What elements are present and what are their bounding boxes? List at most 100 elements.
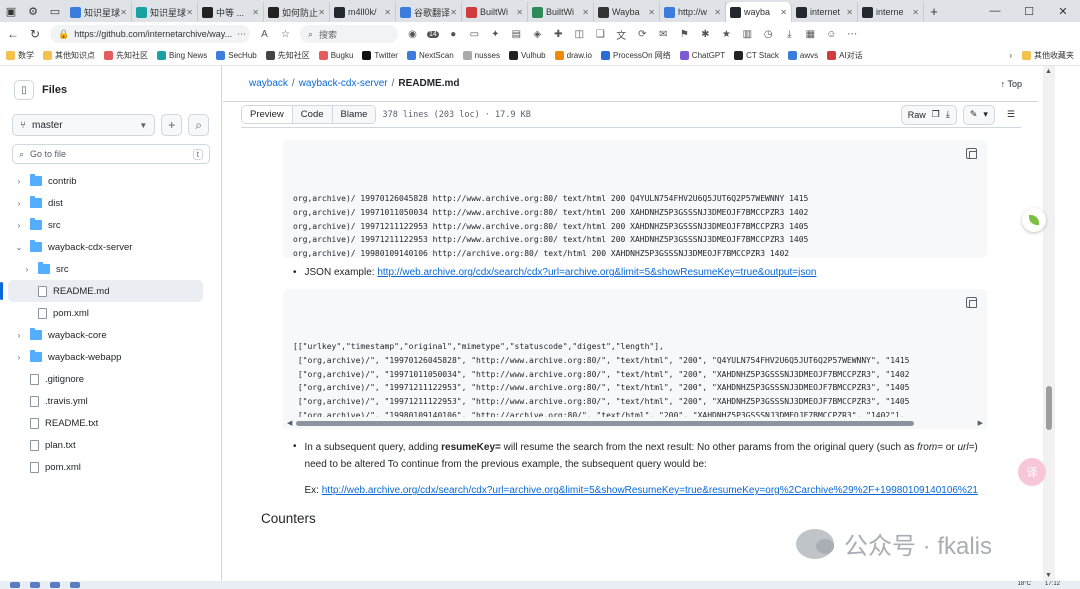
top-button[interactable]: ↑ Top (1001, 79, 1022, 89)
bookmark-item[interactable]: ChatGPT (679, 50, 725, 61)
zh-icon[interactable]: 文 (615, 27, 628, 42)
url-field[interactable]: 🔒 https://github.com/internetarchive/way… (50, 25, 250, 43)
bookmark-item[interactable]: 其他知识点 (43, 50, 95, 61)
chevron-icon[interactable]: › (14, 177, 24, 186)
chevron-icon[interactable]: › (22, 265, 32, 274)
bookmark-item[interactable]: Twitter (362, 50, 398, 61)
tree-file-item[interactable]: README.md (0, 280, 203, 302)
close-tab-icon[interactable]: ✕ (912, 8, 919, 17)
close-tab-icon[interactable]: ✕ (186, 8, 193, 17)
tab-blame[interactable]: Blame (332, 106, 376, 123)
download-icon[interactable]: ⤓ (783, 29, 796, 40)
browser-tab[interactable]: http://w ✕ (660, 2, 726, 22)
outline-button[interactable]: ☰ (1001, 105, 1021, 125)
browser-tab[interactable]: m4ll0k/ ✕ (330, 2, 396, 22)
close-tab-icon[interactable]: ✕ (516, 8, 523, 17)
collections-icon[interactable]: ❑ (594, 29, 607, 40)
tree-folder-item[interactable]: › wayback-core (0, 324, 221, 346)
search-field[interactable]: ⌕ 搜索 (300, 25, 398, 43)
tab-code[interactable]: Code (292, 106, 333, 123)
workspaces-icon[interactable]: ⚙ (22, 0, 44, 22)
tree-file-item[interactable]: README.txt (0, 412, 221, 434)
chevron-icon[interactable]: › (14, 221, 24, 230)
flag-icon[interactable]: ⚑ (678, 29, 691, 40)
bookmark-item[interactable]: Vulhub (509, 50, 546, 61)
record-icon[interactable]: ● (447, 29, 460, 40)
tree-folder-item[interactable]: › dist (0, 192, 221, 214)
close-tab-icon[interactable]: ✕ (318, 8, 325, 17)
browser-tab[interactable]: 知识星球 ✕ (132, 2, 198, 22)
chevron-icon[interactable]: › (14, 199, 24, 208)
chevron-down-icon[interactable]: ▾ (983, 109, 988, 120)
taskbar-app-icon[interactable] (70, 582, 80, 588)
branch-selector[interactable]: ⑂ master ▼ (12, 114, 156, 136)
page-scrollbar[interactable]: ▲ ▼ (1043, 66, 1055, 581)
browser-tab[interactable]: interne ✕ (858, 2, 924, 22)
bookmarks-chevron-icon[interactable]: › (1009, 51, 1012, 60)
floating-assistant-button[interactable] (1022, 208, 1046, 232)
browser-tab[interactable]: 知识星球 ✕ (66, 2, 132, 22)
scrollbar-thumb[interactable] (1046, 386, 1052, 430)
close-tab-icon[interactable]: ✕ (780, 8, 787, 17)
refresh-icon[interactable]: ↻ (28, 27, 42, 41)
bookmark-item[interactable]: NextScan (406, 50, 454, 61)
game-icon[interactable]: ▭ (468, 29, 481, 40)
minimize-icon[interactable]: — (978, 5, 1012, 18)
tree-file-item[interactable]: pom.xml (0, 456, 221, 478)
bookmark-item[interactable]: Bing News (157, 50, 207, 61)
close-tab-icon[interactable]: ✕ (120, 8, 127, 17)
pencil-icon[interactable]: ✎ (970, 109, 978, 120)
close-tab-icon[interactable]: ✕ (450, 8, 457, 17)
tree-file-item[interactable]: plan.txt (0, 434, 221, 456)
tree-folder-item[interactable]: › wayback-webapp (0, 346, 221, 368)
maximize-icon[interactable]: ☐ (1012, 5, 1046, 18)
browser-tab[interactable]: BuiltWi ✕ (528, 2, 594, 22)
close-tab-icon[interactable]: ✕ (846, 8, 853, 17)
back-icon[interactable]: ← (6, 27, 20, 41)
copilot-icon[interactable]: ✦ (489, 29, 502, 40)
mail-icon[interactable]: ✉ (657, 29, 670, 40)
translate-float-button[interactable]: 译 (1018, 458, 1046, 486)
start-icon[interactable] (10, 582, 20, 588)
example-link[interactable]: http://web.archive.org/cdx/search/cdx?ur… (322, 485, 978, 496)
copy-icon[interactable] (966, 148, 977, 159)
translate-icon[interactable]: A (258, 29, 271, 40)
settings-menu-icon[interactable]: ⋯ (846, 29, 859, 40)
bookmark-item[interactable]: draw.io (554, 50, 592, 61)
close-tab-icon[interactable]: ✕ (582, 8, 589, 17)
tab-actions-icon[interactable]: ▭ (44, 0, 66, 22)
browser-tab[interactable]: Wayba ✕ (594, 2, 660, 22)
tree-folder-item[interactable]: › src (0, 214, 221, 236)
close-window-icon[interactable]: ✕ (1046, 5, 1080, 18)
new-tab-button[interactable]: + (924, 4, 944, 19)
json-example-link[interactable]: http://web.archive.org/cdx/search/cdx?ur… (377, 267, 816, 278)
search-files-button[interactable]: ⌕ (188, 114, 209, 136)
scroll-left-icon[interactable]: ◀ (287, 419, 292, 427)
save-icon[interactable]: ▤ (510, 29, 523, 40)
tree-folder-item[interactable]: ⌄ wayback-cdx-server (0, 236, 221, 258)
extension-icon[interactable]: ◉ (406, 29, 419, 40)
chevron-icon[interactable]: › (14, 353, 24, 362)
go-to-file-input[interactable]: ⌕ Go to file t (12, 144, 210, 164)
apps-icon[interactable]: ▦ (804, 29, 817, 40)
taskbar-app-icon[interactable] (50, 582, 60, 588)
bookmark-item[interactable]: SecHub (216, 50, 257, 61)
close-tab-icon[interactable]: ✕ (648, 8, 655, 17)
split-icon[interactable]: ◫ (573, 29, 586, 40)
puzzle-icon[interactable]: ✚ (552, 29, 565, 40)
star-icon[interactable]: ★ (720, 29, 733, 40)
scrollbar-thumb[interactable] (296, 420, 915, 426)
browser-tab[interactable]: BuiltWi ✕ (462, 2, 528, 22)
tree-folder-item[interactable]: › src (0, 258, 221, 280)
close-tab-icon[interactable]: ✕ (252, 8, 259, 17)
more-icon[interactable]: ⋯ (237, 29, 246, 40)
bookmark-item[interactable]: CT Stack (734, 50, 779, 61)
taskbar-app-icon[interactable] (30, 582, 40, 588)
bug-icon[interactable]: ✱ (699, 29, 712, 40)
scroll-down-icon[interactable]: ▼ (1045, 572, 1052, 579)
history-icon[interactable]: ◷ (762, 29, 775, 40)
bookmark-item[interactable]: Bugku (318, 50, 353, 61)
scroll-up-icon[interactable]: ▲ (1045, 68, 1052, 75)
bookmark-item[interactable]: 先知社区 (104, 50, 148, 61)
copy-icon[interactable]: ❐ (932, 109, 940, 120)
